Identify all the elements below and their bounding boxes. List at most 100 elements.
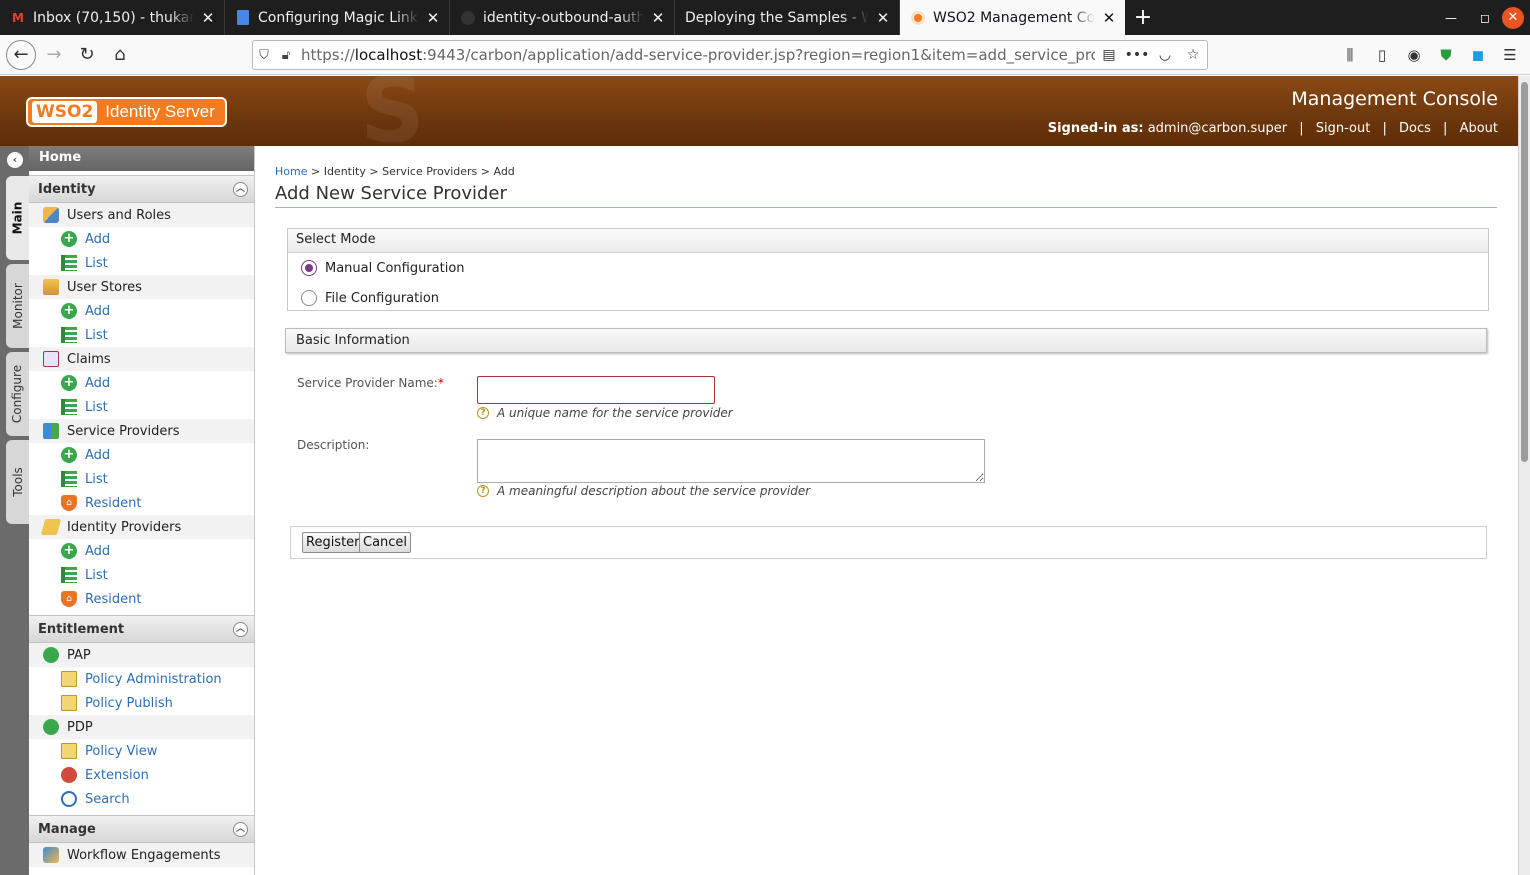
policy-icon bbox=[61, 671, 77, 687]
menu-item-sp-add[interactable]: + Add bbox=[29, 443, 254, 467]
breadcrumb-home[interactable]: Home bbox=[275, 165, 307, 178]
tab-monitor[interactable]: Monitor bbox=[6, 264, 29, 348]
menu-item-idp-resident[interactable]: ⌂ Resident bbox=[29, 587, 254, 611]
collapse-up-icon[interactable]: ︿ bbox=[233, 622, 248, 637]
home-icon[interactable]: ⌂ bbox=[105, 40, 135, 70]
about-link[interactable]: About bbox=[1460, 121, 1498, 136]
menu-item-sp-resident[interactable]: ⌂ Resident bbox=[29, 491, 254, 515]
close-icon[interactable]: ✕ bbox=[875, 9, 891, 27]
menu-item-policy-view[interactable]: Policy View bbox=[29, 739, 254, 763]
browser-tab-wso2[interactable]: WSO2 Management Con ✕ bbox=[900, 0, 1125, 35]
manual-config-option[interactable]: Manual Configuration bbox=[288, 253, 1488, 283]
basic-information-header[interactable]: Basic Information bbox=[285, 328, 1487, 353]
file-config-radio[interactable] bbox=[301, 290, 317, 306]
file-config-option[interactable]: File Configuration bbox=[288, 283, 1488, 313]
register-button[interactable]: Register bbox=[302, 532, 364, 553]
signed-in-bar: Signed-in as: admin@carbon.super | Sign-… bbox=[1047, 121, 1498, 136]
manual-config-label[interactable]: Manual Configuration bbox=[325, 261, 465, 276]
tab-main[interactable]: Main bbox=[6, 176, 29, 260]
menu-item-idp-add[interactable]: + Add bbox=[29, 539, 254, 563]
menu-item-userstores-list[interactable]: List bbox=[29, 323, 254, 347]
menu-section-identity[interactable]: Identity ︿ bbox=[29, 175, 254, 203]
collapse-up-icon[interactable]: ︿ bbox=[233, 182, 248, 197]
page-title: Add New Service Provider bbox=[275, 183, 507, 204]
add-icon: + bbox=[61, 375, 77, 391]
description-textarea[interactable] bbox=[477, 439, 985, 483]
menu-item-userstores-add[interactable]: + Add bbox=[29, 299, 254, 323]
menu-item-sp-list[interactable]: List bbox=[29, 467, 254, 491]
file-config-label[interactable]: File Configuration bbox=[325, 291, 439, 306]
back-icon[interactable]: ← bbox=[6, 39, 36, 70]
docs-link[interactable]: Docs bbox=[1399, 121, 1431, 136]
tab-tools[interactable]: Tools bbox=[6, 440, 29, 524]
library-icon[interactable]: ⫼ bbox=[1334, 46, 1366, 64]
menu-home[interactable]: Home bbox=[29, 146, 254, 171]
menu-item-users-add[interactable]: + Add bbox=[29, 227, 254, 251]
extension-icon[interactable]: ◉ bbox=[1398, 46, 1430, 64]
select-mode-panel: Select Mode Manual Configuration File Co… bbox=[287, 228, 1489, 311]
menu-section-entitlement[interactable]: Entitlement ︿ bbox=[29, 615, 254, 643]
browser-tab-docs[interactable]: Configuring Magic Link A ✕ bbox=[225, 0, 450, 35]
browser-tab-samples[interactable]: Deploying the Samples - WS ✕ bbox=[675, 0, 900, 35]
logo-mark: WSO2 bbox=[32, 101, 98, 123]
collapse-up-icon[interactable]: ︿ bbox=[233, 822, 248, 837]
collapse-menu-icon[interactable]: ‹ bbox=[7, 152, 23, 168]
window-close-icon[interactable]: ✕ bbox=[1502, 6, 1524, 29]
tab-configure[interactable]: Configure bbox=[6, 352, 29, 436]
identity-provider-icon bbox=[40, 519, 62, 535]
window-controls: — ◻ ✕ bbox=[1434, 0, 1530, 35]
service-provider-name-input[interactable] bbox=[477, 376, 715, 404]
bookmark-star-icon[interactable]: ☆ bbox=[1179, 47, 1207, 63]
wso2-logo[interactable]: WSO2 Identity Server bbox=[26, 97, 227, 127]
manual-config-radio[interactable] bbox=[301, 260, 317, 276]
reload-icon[interactable]: ↻ bbox=[72, 40, 102, 70]
required-mark: * bbox=[437, 376, 444, 390]
title-divider bbox=[275, 207, 1497, 208]
menu-item-policy-publish[interactable]: Policy Publish bbox=[29, 691, 254, 715]
hamburger-menu-icon[interactable]: ☰ bbox=[1494, 46, 1526, 64]
scrollbar-thumb[interactable] bbox=[1521, 82, 1528, 462]
adblock-shield-icon[interactable]: ⛊ bbox=[1430, 46, 1462, 64]
menu-item-idp-list[interactable]: List bbox=[29, 563, 254, 587]
more-actions-icon[interactable]: ••• bbox=[1123, 47, 1151, 63]
close-icon[interactable]: ✕ bbox=[650, 9, 666, 27]
menu-item-claims-add[interactable]: + Add bbox=[29, 371, 254, 395]
new-tab-button[interactable]: + bbox=[1125, 0, 1161, 35]
breadcrumb-add: Add bbox=[493, 165, 515, 178]
menu-item-search[interactable]: Search bbox=[29, 787, 254, 811]
sidebar-icon[interactable]: ▯ bbox=[1366, 46, 1398, 64]
cancel-button[interactable]: Cancel bbox=[359, 532, 412, 553]
close-icon[interactable]: ✕ bbox=[200, 9, 216, 27]
minimize-icon[interactable]: — bbox=[1434, 11, 1468, 25]
insecure-lock-icon[interactable]: 🔓︎ bbox=[275, 48, 297, 63]
sign-out-link[interactable]: Sign-out bbox=[1316, 121, 1371, 136]
close-icon[interactable]: ✕ bbox=[425, 9, 441, 27]
description-label: Description: bbox=[297, 438, 370, 452]
sp-name-hint: ? A unique name for the service provider bbox=[477, 406, 733, 420]
claims-icon bbox=[43, 351, 59, 367]
menu-item-claims-list[interactable]: List bbox=[29, 395, 254, 419]
menu-item-extension[interactable]: Extension bbox=[29, 763, 254, 787]
users-icon bbox=[43, 207, 59, 223]
menu-section-manage[interactable]: Manage ︿ bbox=[29, 815, 254, 843]
browser-tab-github[interactable]: identity-outbound-auth- ✕ bbox=[450, 0, 675, 35]
menu-item-policy-administration[interactable]: Policy Administration bbox=[29, 667, 254, 691]
browser-tab-gmail[interactable]: M Inbox (70,150) - thukarak ✕ bbox=[0, 0, 225, 35]
page-scrollbar[interactable] bbox=[1518, 76, 1530, 875]
description-hint: ? A meaningful description about the serv… bbox=[477, 484, 810, 498]
maximize-icon[interactable]: ◻ bbox=[1468, 11, 1502, 25]
extension-icon bbox=[61, 767, 77, 783]
menu-cat-workflow-engagements[interactable]: Workflow Engagements bbox=[29, 843, 254, 867]
reader-view-icon[interactable]: ▤ bbox=[1095, 47, 1123, 63]
pocket-icon[interactable]: ◡ bbox=[1151, 47, 1179, 63]
add-icon: + bbox=[61, 543, 77, 559]
menu-item-users-list[interactable]: List bbox=[29, 251, 254, 275]
shield-icon[interactable]: ⛉ bbox=[253, 48, 275, 63]
menu-cat-pdp: PDP bbox=[29, 715, 254, 739]
form-button-bar: Register Cancel bbox=[290, 526, 1487, 559]
extension-face-icon[interactable]: ◼ bbox=[1462, 46, 1494, 64]
close-icon[interactable]: ✕ bbox=[1101, 9, 1117, 27]
forward-icon[interactable]: → bbox=[39, 40, 69, 70]
resident-icon: ⌂ bbox=[61, 591, 77, 607]
list-icon bbox=[61, 327, 77, 343]
